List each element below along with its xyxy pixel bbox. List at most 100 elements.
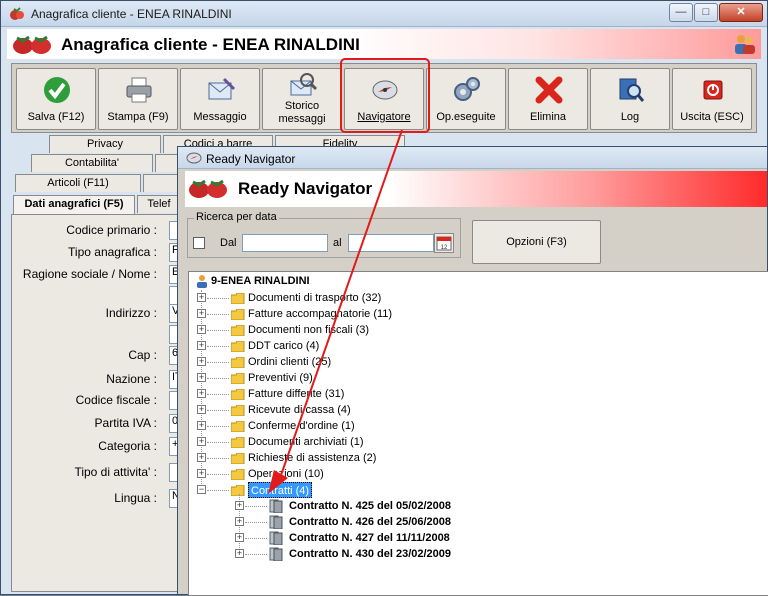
tree-connector [207,362,229,363]
tree-folder-item[interactable]: Documenti di trasporto (32) [248,290,381,306]
navigator-highlight-box [340,58,430,133]
log-button[interactable]: Log [590,68,670,130]
date-filter-checkbox[interactable] [193,237,205,249]
tree-contract-item[interactable]: Contratto N. 430 del 23/02/2009 [289,546,451,562]
tree-connector [207,314,229,315]
label-cap: Cap : [128,348,157,362]
options-button[interactable]: Opzioni (F3) [472,220,601,264]
message-history-button[interactable]: Storico messaggi [262,68,342,130]
svg-text:12: 12 [441,245,448,251]
tree-contract-item[interactable]: Contratto N. 426 del 25/06/2008 [289,514,451,530]
tree-expander[interactable]: + [197,437,206,446]
tree-connector [207,410,229,411]
date-to-input[interactable] [348,234,434,252]
tree-connector [207,378,229,379]
tree-contract-item[interactable]: Contratto N. 425 del 05/02/2008 [289,498,451,514]
tree-folder-item[interactable]: Ricevute di cassa (4) [248,402,351,418]
calendar-button[interactable]: 12 [434,233,454,253]
tab-hidden-2[interactable] [143,174,181,192]
tree-folder-item[interactable]: DDT carico (4) [248,338,319,354]
tree-expander[interactable]: + [197,405,206,414]
label-codice-primario: Codice primario : [66,223,157,237]
tab-contabilita[interactable]: Contabilita' [31,154,153,172]
message-history-icon [290,73,318,96]
user-icon [197,275,207,288]
tree-expander[interactable]: + [197,309,206,318]
app-icon [10,7,24,20]
folder-icon [231,389,245,400]
maximize-button[interactable]: □ [694,3,718,22]
tree-expander[interactable]: − [197,485,206,494]
tree-expander[interactable]: + [197,293,206,302]
tree-connector [245,538,267,539]
minimize-button[interactable]: — [669,3,693,22]
tab-articoli[interactable]: Articoli (F11) [15,174,141,192]
tree-expander[interactable]: + [197,421,206,430]
label-nazione: Nazione : [106,372,157,386]
tree-folder-item[interactable]: Fatture differite (31) [248,386,344,402]
tree-connector [207,458,229,459]
message-button[interactable]: Messaggio [180,68,260,130]
tree-folder-item[interactable]: Fatture accompagnatorie (11) [248,306,392,322]
tree-connector [245,506,267,507]
tree-folder-item[interactable]: Operazioni (10) [248,466,324,482]
main-titlebar[interactable]: Anagrafica cliente - ENEA RINALDINI — □ … [1,1,767,27]
navigator-titlebar[interactable]: Ready Navigator [178,147,767,169]
tree-expander[interactable]: + [235,517,244,526]
tree-folder-item[interactable]: Conferme d'ordine (1) [248,418,355,434]
label-codice-fiscale: Codice fiscale : [75,393,157,407]
tree-expander[interactable]: + [197,341,206,350]
exit-button[interactable]: Uscita (ESC) [672,68,752,130]
strawberry-logo-icon [13,35,51,54]
tree-folder-item[interactable]: Richieste di assistenza (2) [248,450,376,466]
strawberry-logo-icon [189,179,227,198]
header-band: Anagrafica cliente - ENEA RINALDINI [7,29,761,59]
folder-icon [231,421,245,432]
tree-expander[interactable]: + [197,469,206,478]
operations-done-button[interactable]: Op.eseguite [426,68,506,130]
print-button[interactable]: Stampa (F9) [98,68,178,130]
save-button[interactable]: Salva (F12) [16,68,96,130]
navigator-title: Ready Navigator [206,152,296,166]
folder-icon [231,357,245,368]
tree-folder-item[interactable]: Preventivi (9) [248,370,313,386]
delete-button[interactable]: Elimina [508,68,588,130]
tree-connector [207,346,229,347]
tree-expander[interactable]: + [197,389,206,398]
tree-connector [245,522,267,523]
navigator-tree: 9-ENEA RINALDINI + Documenti di trasporto… [188,271,768,596]
folder-icon [231,453,245,464]
tree-expander[interactable]: + [235,501,244,510]
al-label: al [333,237,342,249]
tree-root[interactable]: 9-ENEA RINALDINI [211,273,310,289]
tree-connector [245,554,267,555]
tab-telefono[interactable]: Telef [137,195,181,213]
tree-folder-item[interactable]: Documenti non fiscali (3) [248,322,369,338]
contract-document-icon [269,547,283,561]
label-tipo-anagrafica: Tipo anagrafica : [68,245,157,259]
date-search-label: Ricerca per data [194,211,279,223]
tree-folder-item[interactable]: Ordini clienti (25) [248,354,331,370]
tab-dati-anagrafici[interactable]: Dati anagrafici (F5) [13,195,135,215]
folder-icon [231,309,245,320]
tree-expander[interactable]: + [235,549,244,558]
tree-folder-item[interactable]: Contratti (4) [248,482,313,498]
log-magnifier-icon [619,78,645,102]
tree-folder-item[interactable]: Documenti archiviati (1) [248,434,364,450]
navigator-window: Ready Navigator Ready Navigator Ricerca … [177,146,768,596]
tree-expander[interactable]: + [197,373,206,382]
check-icon [44,77,70,103]
folder-icon [231,405,245,416]
users-icon[interactable] [733,32,757,56]
tree-expander[interactable]: + [235,533,244,542]
tree-expander[interactable]: + [197,357,206,366]
tree-expander[interactable]: + [197,453,206,462]
tree-connector [207,490,229,491]
tab-privacy[interactable]: Privacy [49,135,161,153]
date-from-input[interactable] [242,234,328,252]
close-button[interactable]: ✕ [719,3,763,22]
tree-connector [207,442,229,443]
header-title: Anagrafica cliente - ENEA RINALDINI [61,35,360,54]
tree-contract-item[interactable]: Contratto N. 427 del 11/11/2008 [289,530,450,546]
tree-expander[interactable]: + [197,325,206,334]
